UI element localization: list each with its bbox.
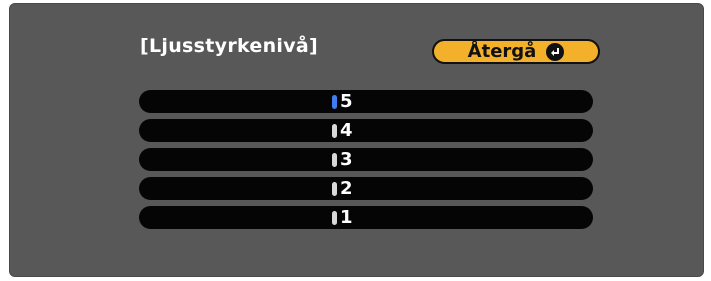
back-button-label: Återgå (467, 41, 537, 62)
option-label: 5 (340, 91, 353, 112)
brightness-dialog: [Ljusstyrkenivå] Återgå 5 4 3 2 1 (9, 3, 704, 277)
option-row-2[interactable]: 2 (139, 177, 593, 200)
back-button[interactable]: Återgå (432, 39, 600, 64)
dialog-title: [Ljusstyrkenivå] (140, 35, 319, 57)
option-row-4[interactable]: 4 (139, 119, 593, 142)
option-label: 1 (340, 207, 353, 228)
option-label: 4 (340, 120, 353, 141)
option-label: 2 (340, 178, 353, 199)
brightness-level-list: 5 4 3 2 1 (139, 90, 593, 235)
selection-marker (332, 95, 337, 109)
option-row-3[interactable]: 3 (139, 148, 593, 171)
selection-marker (332, 124, 337, 138)
option-row-5[interactable]: 5 (139, 90, 593, 113)
option-label: 3 (340, 149, 353, 170)
enter-icon (546, 42, 565, 61)
selection-marker (332, 182, 337, 196)
option-row-1[interactable]: 1 (139, 206, 593, 229)
selection-marker (332, 153, 337, 167)
selection-marker (332, 211, 337, 225)
